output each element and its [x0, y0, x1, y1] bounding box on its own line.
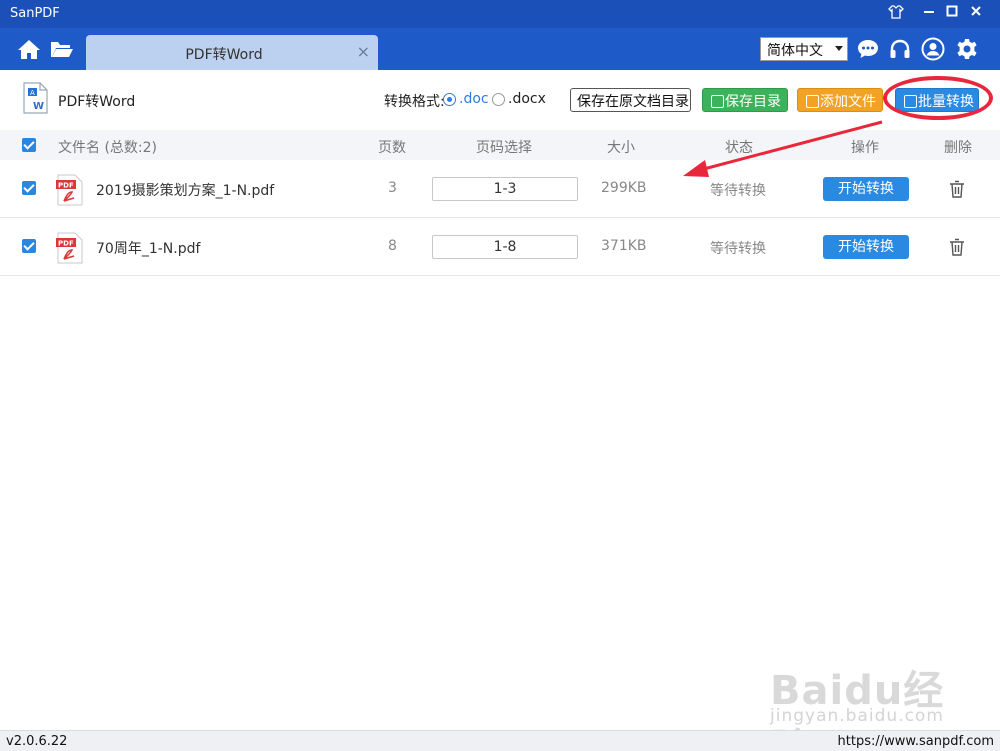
- watermark-sub: jingyan.baidu.com: [770, 706, 944, 726]
- website-link[interactable]: https://www.sanpdf.com: [838, 734, 994, 749]
- sanpdf-window: SanPDF PDF转Word × 简体中文 A W PDF转Word 转换格式…: [0, 0, 1000, 751]
- annotation-arrow: [683, 120, 883, 177]
- status-bar: v2.0.6.22 https://www.sanpdf.com: [0, 730, 1000, 751]
- version-text: v2.0.6.22: [6, 734, 68, 749]
- baidu-watermark: Baidu经验 jingyan.baidu.com: [770, 648, 970, 751]
